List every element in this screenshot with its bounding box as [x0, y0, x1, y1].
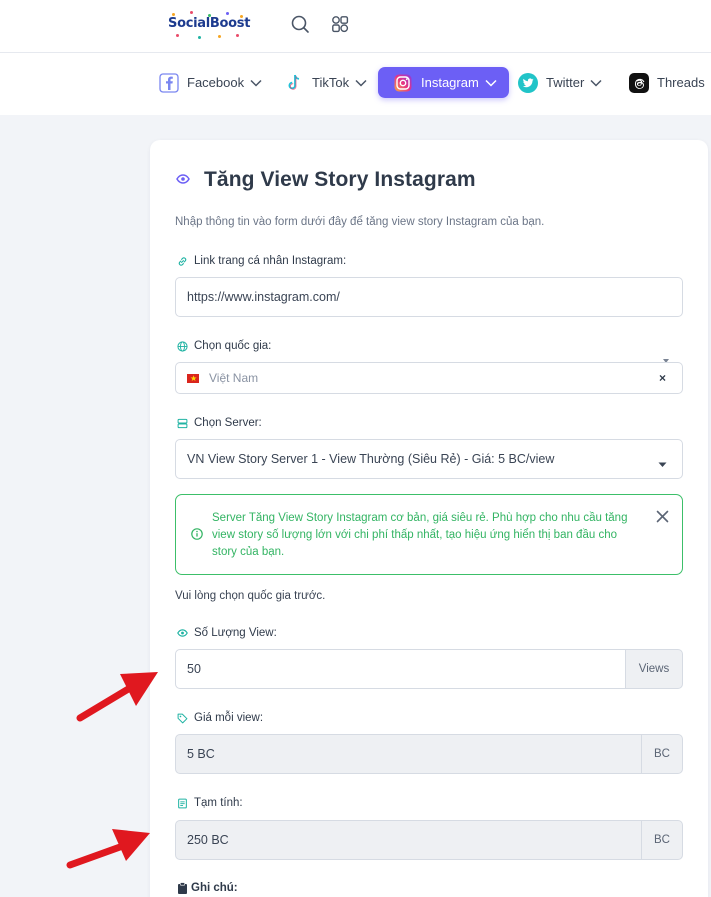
apps-grid-icon[interactable] — [330, 14, 350, 34]
subtotal-unit: BC — [641, 820, 683, 860]
platform-nav: Facebook TikTok Instagram Twitter Thread… — [0, 53, 711, 115]
chevron-down-icon — [355, 75, 367, 90]
nav-item-tiktok[interactable]: TikTok — [283, 67, 367, 98]
nav-item-twitter[interactable]: Twitter — [517, 67, 602, 98]
server-icon — [176, 417, 188, 429]
link-label-row: Link trang cá nhân Instagram: — [176, 255, 346, 267]
logo-text: SocialBoost — [168, 16, 251, 31]
nav-item-instagram[interactable]: Instagram — [378, 67, 509, 98]
link-icon — [176, 255, 188, 267]
profile-link-input[interactable]: https://www.instagram.com/ — [175, 277, 683, 317]
alert-text: Server Tăng View Story Instagram cơ bản,… — [212, 512, 628, 558]
socialboost-logo[interactable]: SocialBoost — [168, 10, 251, 42]
red-arrow-icon — [66, 829, 150, 869]
info-icon — [191, 527, 203, 545]
quantity-label-row: Số Lượng View: — [176, 627, 277, 639]
server-label-row: Chọn Server: — [176, 417, 262, 429]
instagram-icon — [392, 72, 414, 94]
note-label-row: Ghi chú: — [176, 882, 238, 894]
price-unit: BC — [641, 734, 683, 774]
caret-down-icon — [658, 457, 667, 471]
nav-item-facebook[interactable]: Facebook — [158, 67, 262, 98]
form-header: Tăng View Story Instagram — [176, 168, 476, 192]
tiktok-icon — [283, 72, 305, 94]
chevron-down-icon — [250, 75, 262, 90]
price-label-row: Giá mỗi view: — [176, 712, 263, 724]
price-per-view-field: 5 BC — [175, 734, 642, 774]
nav-label-tiktok: TikTok — [312, 75, 350, 90]
country-select[interactable]: ★ Việt Nam × — [175, 362, 683, 394]
nav-label-facebook: Facebook — [187, 75, 245, 90]
tag-icon — [176, 712, 188, 724]
server-info-alert: Server Tăng View Story Instagram cơ bản,… — [175, 494, 683, 575]
price-label: Giá mỗi view: — [194, 712, 264, 724]
nav-label-instagram: Instagram — [421, 75, 479, 90]
note-label: Ghi chú: — [191, 882, 238, 894]
subtotal-label-row: Tạm tính: — [176, 797, 243, 809]
subtotal-label: Tạm tính: — [194, 797, 243, 809]
quantity-unit: Views — [625, 649, 683, 689]
country-selected: Việt Nam — [209, 371, 259, 385]
link-label: Link trang cá nhân Instagram: — [194, 255, 347, 267]
country-hint: Vui lòng chọn quốc gia trước. — [175, 590, 326, 602]
close-icon[interactable] — [656, 510, 669, 528]
country-label: Chọn quốc gia: — [194, 340, 272, 352]
subtotal-field: 250 BC — [175, 820, 642, 860]
server-select[interactable]: VN View Story Server 1 - View Thường (Si… — [175, 439, 683, 479]
chevron-down-icon — [485, 75, 497, 90]
quantity-input[interactable]: 50 — [175, 649, 626, 689]
twitter-icon — [517, 72, 539, 94]
receipt-icon — [176, 797, 188, 809]
search-icon[interactable] — [290, 14, 310, 34]
vietnam-flag-icon: ★ — [187, 373, 199, 383]
clear-selection-icon[interactable]: × — [659, 371, 666, 385]
server-label: Chọn Server: — [194, 417, 262, 429]
server-selected: VN View Story Server 1 - View Thường (Si… — [187, 452, 555, 466]
quantity-label: Số Lượng View: — [194, 627, 277, 639]
page-title: Tăng View Story Instagram — [204, 168, 476, 191]
threads-icon — [628, 72, 650, 94]
globe-icon — [176, 340, 188, 352]
eye-icon — [176, 627, 188, 639]
form-description: Nhập thông tin vào form dưới đây để tăng… — [175, 216, 545, 228]
eye-icon — [176, 171, 190, 189]
clipboard-icon — [176, 882, 188, 894]
red-arrow-icon — [76, 672, 158, 722]
nav-label-twitter: Twitter — [546, 75, 585, 90]
country-label-row: Chọn quốc gia: — [176, 340, 271, 352]
nav-item-threads[interactable]: Threads — [628, 67, 711, 98]
facebook-icon — [158, 72, 180, 94]
nav-label-threads: Threads — [657, 75, 705, 90]
top-bar: SocialBoost — [0, 0, 711, 53]
chevron-down-icon — [590, 75, 602, 90]
